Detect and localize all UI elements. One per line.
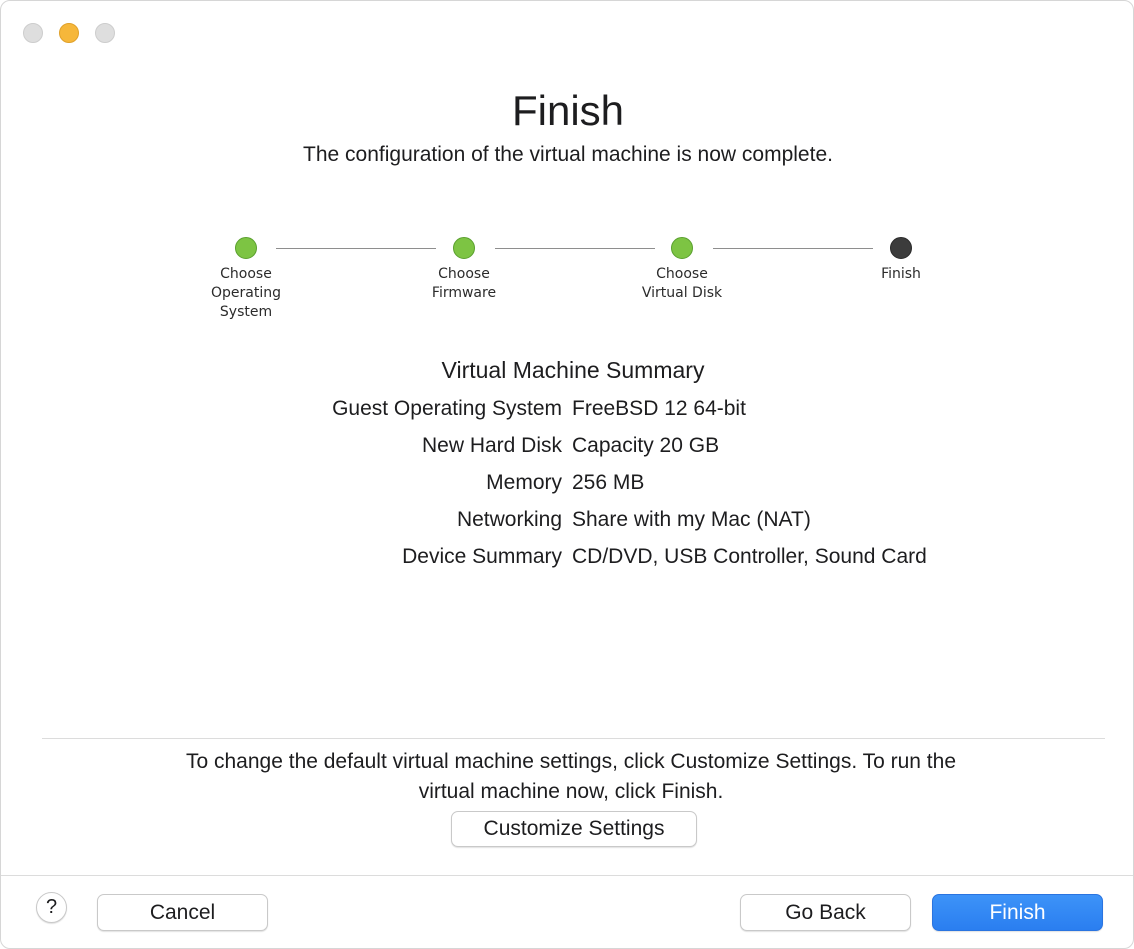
page-subtitle: The configuration of the virtual machine… <box>303 143 833 166</box>
step-complete-indicator <box>453 237 475 259</box>
summary-value: Capacity 20 GB <box>572 434 720 457</box>
summary-heading: Virtual Machine Summary <box>441 357 705 383</box>
footer-divider <box>1 875 1133 876</box>
step-label: Choose Virtual Disk <box>641 266 723 301</box>
vm-wizard-window: Finish The configuration of the virtual … <box>0 0 1134 949</box>
summary-row-device-summary: Device Summary CD/DVD, USB Controller, S… <box>1 541 1133 578</box>
help-button[interactable]: ? <box>36 892 67 923</box>
step-label: Finish <box>881 266 921 282</box>
summary-key: Guest Operating System <box>332 397 562 420</box>
zoom-window-button[interactable] <box>95 23 115 43</box>
summary-row-memory: Memory 256 MB <box>1 467 1133 504</box>
customize-settings-button[interactable]: Customize Settings <box>451 811 697 847</box>
step-label: Choose Firmware <box>431 266 497 301</box>
step-choose-firmware: Choose Firmware <box>404 237 524 303</box>
step-current-indicator <box>890 237 912 259</box>
minimize-window-button[interactable] <box>59 23 79 43</box>
summary-key: Device Summary <box>402 545 562 568</box>
summary-value: FreeBSD 12 64-bit <box>572 397 746 420</box>
step-choose-virtual-disk: Choose Virtual Disk <box>622 237 742 303</box>
step-choose-operating-system: Choose Operating System <box>186 237 306 322</box>
step-complete-indicator <box>671 237 693 259</box>
summary-value: Share with my Mac (NAT) <box>572 508 811 531</box>
window-controls <box>23 23 115 43</box>
section-divider <box>42 738 1105 739</box>
step-complete-indicator <box>235 237 257 259</box>
page-title: Finish <box>511 87 625 134</box>
summary-key: Networking <box>456 508 562 531</box>
summary-row-guest-os: Guest Operating System FreeBSD 12 64-bit <box>1 393 1133 430</box>
summary-row-networking: Networking Share with my Mac (NAT) <box>1 504 1133 541</box>
instructions-line: To change the default virtual machine se… <box>185 750 957 773</box>
go-back-button[interactable]: Go Back <box>740 894 911 931</box>
customize-instructions: To change the default virtual machine se… <box>1 747 1133 807</box>
cancel-button[interactable]: Cancel <box>97 894 268 931</box>
step-label: Choose Operating System <box>211 266 281 320</box>
summary-value: 256 MB <box>572 471 645 494</box>
summary-row-hard-disk: New Hard Disk Capacity 20 GB <box>1 430 1133 467</box>
step-finish: Finish <box>841 237 961 284</box>
vm-summary: Guest Operating System FreeBSD 12 64-bit… <box>1 393 1133 578</box>
instructions-line: virtual machine now, click Finish. <box>418 780 724 803</box>
close-window-button[interactable] <box>23 23 43 43</box>
finish-button[interactable]: Finish <box>932 894 1103 931</box>
summary-key: New Hard Disk <box>421 434 562 457</box>
summary-key: Memory <box>486 471 562 494</box>
summary-value: CD/DVD, USB Controller, Sound Card <box>572 545 927 568</box>
wizard-stepper: Choose Operating System Choose Firmware … <box>1 237 1133 327</box>
